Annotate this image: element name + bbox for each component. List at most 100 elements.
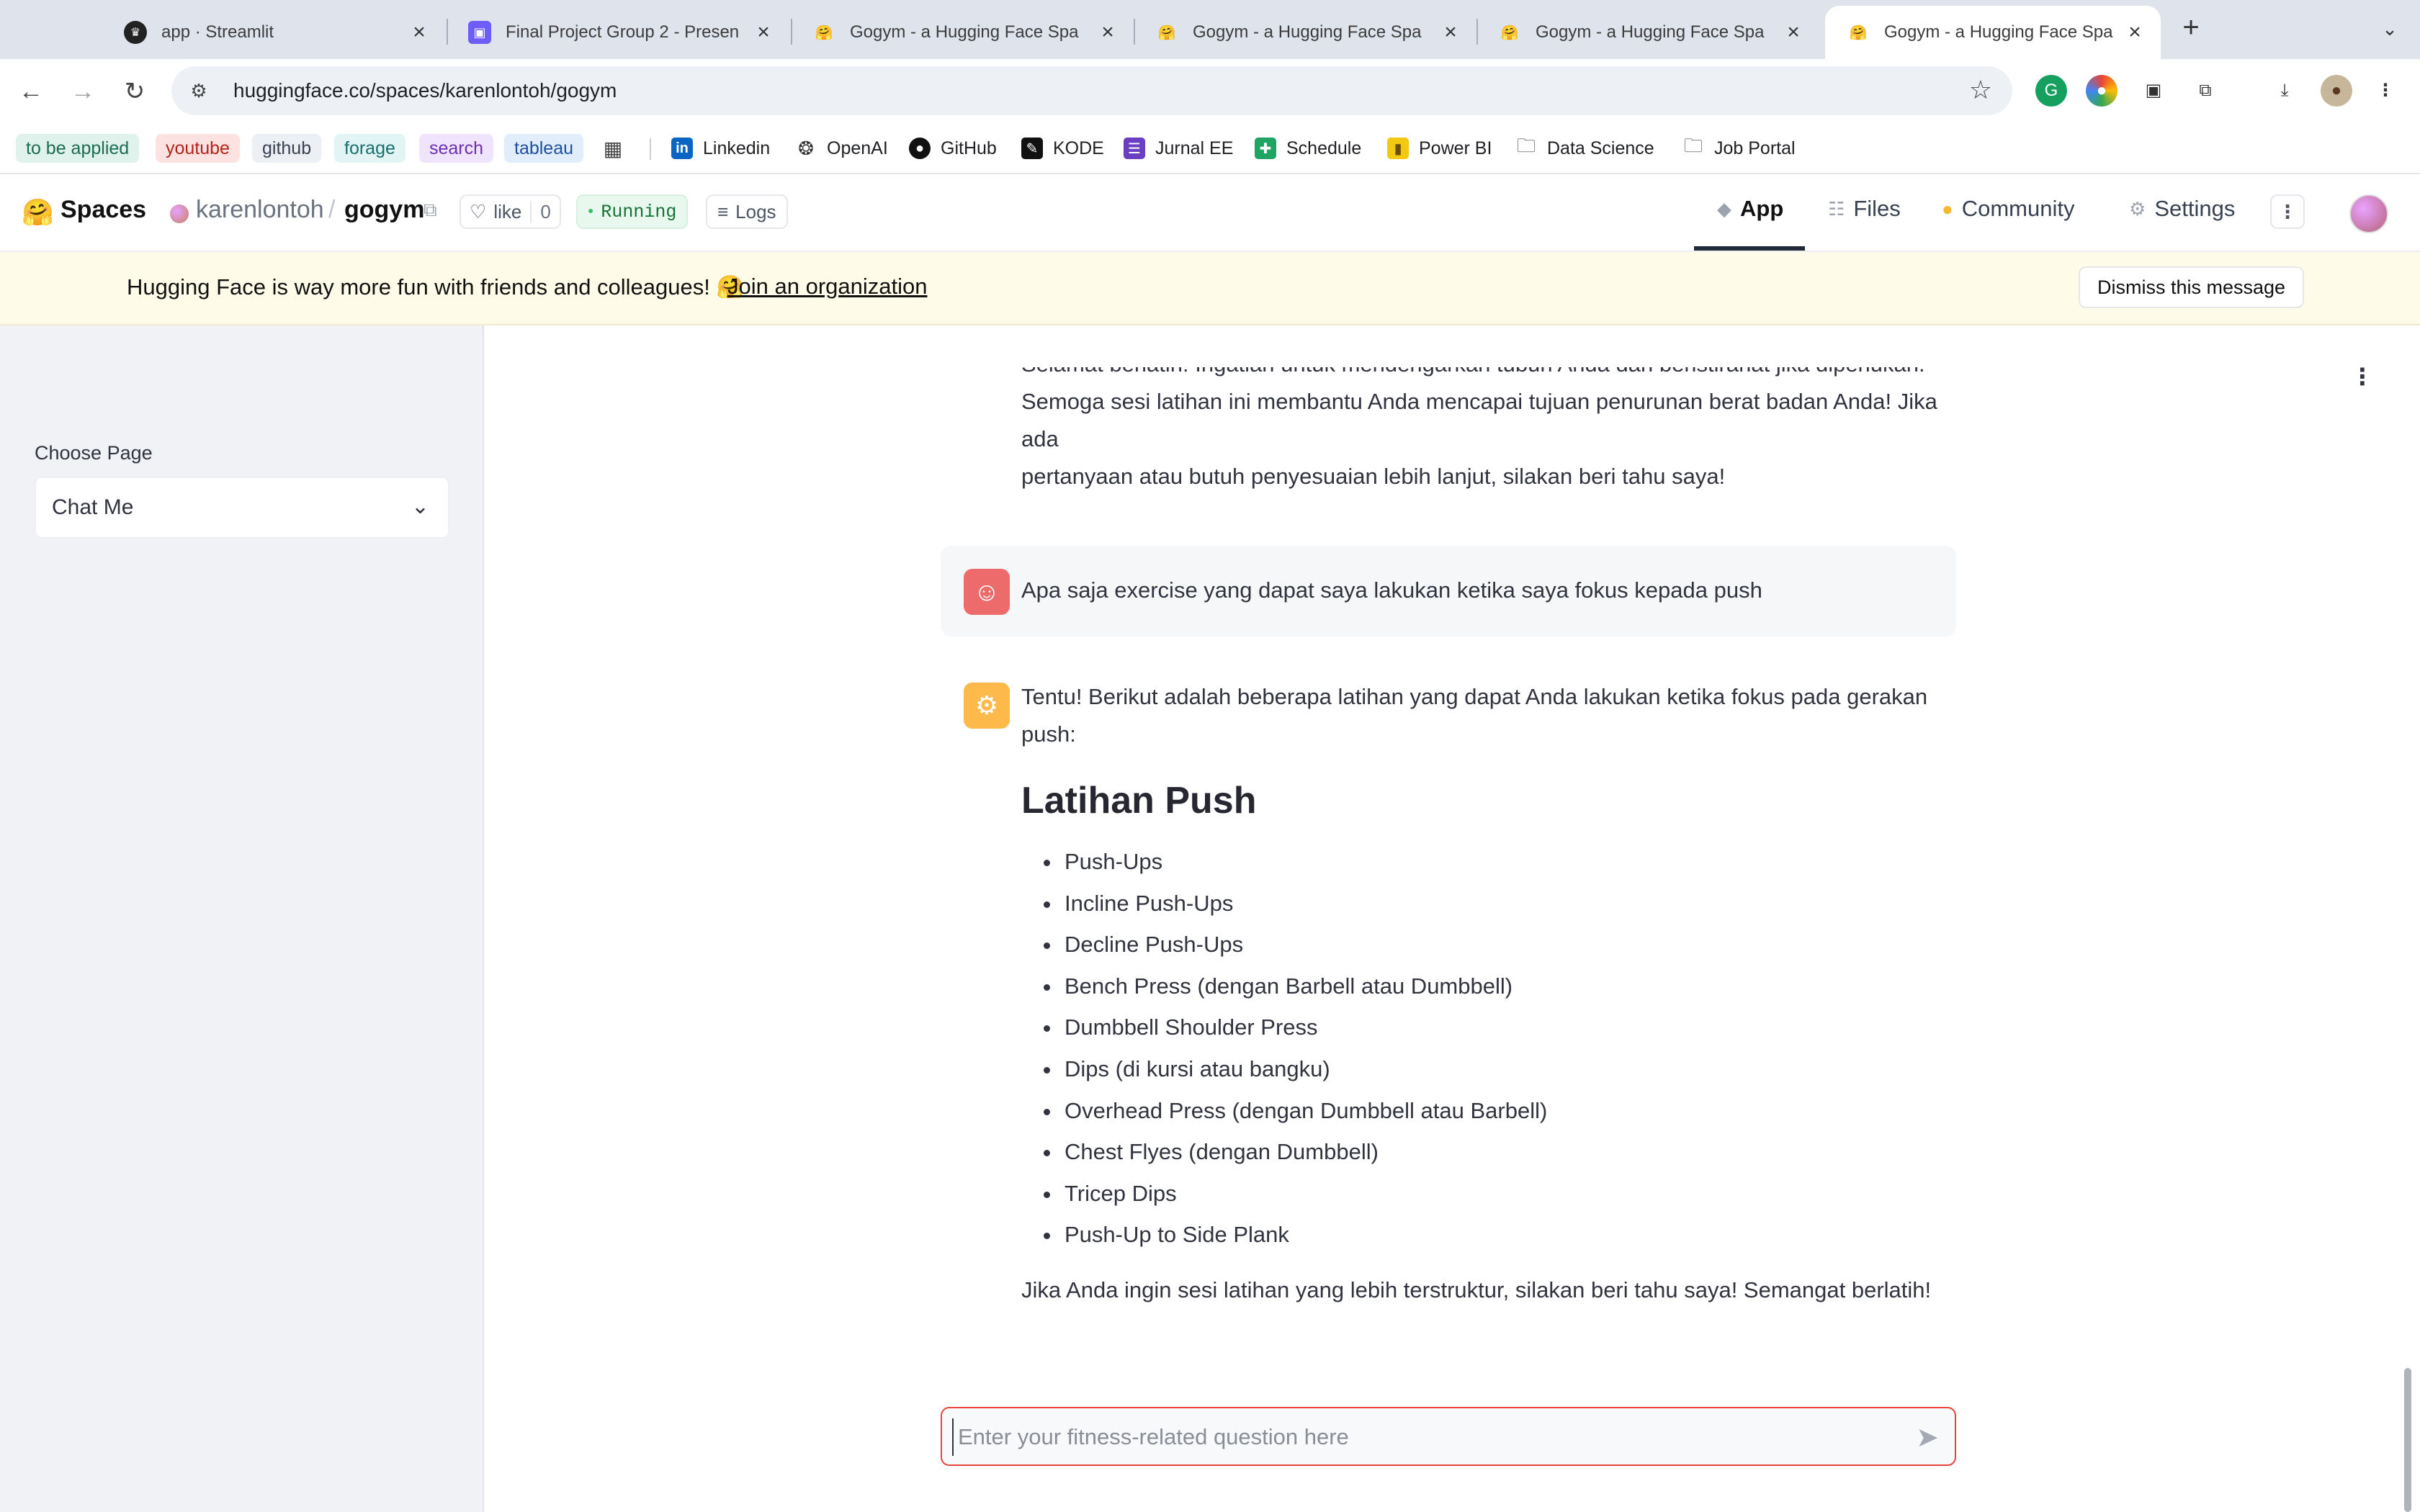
gear-icon: ⚙ (2129, 197, 2146, 220)
bookmark-schedule[interactable]: ✚ Schedule (1255, 134, 1361, 163)
tab-search-chevron-icon[interactable]: ⌄ (2375, 14, 2404, 43)
tab-label: Files (1853, 196, 1901, 221)
bookmark-chip[interactable]: search (419, 134, 494, 163)
spaces-link[interactable]: Spaces (60, 196, 146, 224)
bookmark-powerbi[interactable]: ▮ Power BI (1387, 134, 1492, 163)
bookmark-label: KODE (1053, 138, 1104, 158)
bookmark-folder-data-science[interactable]: 🗀 Data Science (1515, 134, 1654, 163)
bookmark-linkedin[interactable]: in Linkedin (671, 134, 770, 163)
browser-tab[interactable]: 🤗 Gogym - a Hugging Face Spa × (791, 6, 1134, 59)
apps-grid-icon[interactable]: ▦ (602, 134, 634, 163)
assistant-heading: Latihan Push (1021, 780, 1257, 822)
send-icon[interactable]: ➤ (1916, 1421, 1939, 1454)
chat-input-container[interactable]: ➤ (941, 1407, 1956, 1466)
browser-tab[interactable]: 🤗 Gogym - a Hugging Face Spa × (1134, 6, 1476, 59)
list-item: Tricep Dips (1062, 1173, 1958, 1215)
logs-button[interactable]: ≡ Logs (706, 194, 788, 229)
bookmark-chip[interactable]: forage (334, 134, 405, 163)
page-select[interactable]: Chat Me ⌄ (35, 477, 449, 539)
exercise-list: Push-Ups Incline Push-Ups Decline Push-U… (1021, 841, 1958, 1256)
bookmark-label: GitHub (941, 138, 997, 158)
tab-close-icon[interactable]: × (752, 20, 775, 45)
tab-close-icon[interactable]: × (1439, 20, 1462, 45)
bookmark-chip[interactable]: tableau (504, 134, 584, 163)
more-options-icon[interactable]: ⋮ (2270, 194, 2305, 229)
slides-icon: ▣ (468, 21, 491, 44)
like-button[interactable]: ♡ like 0 (460, 194, 561, 229)
folder-icon: 🗀 (1683, 135, 1703, 156)
huggingface-icon: 🤗 (1849, 24, 1868, 41)
tab-close-icon[interactable]: × (1096, 20, 1119, 45)
bookmark-label: Power BI (1419, 138, 1492, 158)
bookmark-folder-job-portal[interactable]: 🗀 Job Portal (1682, 134, 1796, 163)
bookmark-chip[interactable]: to be applied (16, 134, 140, 163)
tab-close-icon[interactable]: × (2123, 20, 2146, 45)
browser-tab[interactable]: ▣ Final Project Group 2 - Presen × (447, 6, 789, 59)
community-icon: ● (1942, 197, 1953, 220)
org-invite-banner: Hugging Face is way more fun with friend… (0, 252, 2420, 325)
owner-link[interactable]: karenlontoh (196, 196, 324, 224)
join-organization-link[interactable]: Join an organization (727, 274, 927, 300)
bookmark-chip[interactable]: youtube (156, 134, 240, 163)
forward-arrow-icon[interactable]: → (63, 72, 102, 111)
profile-avatar[interactable]: ● (2321, 75, 2352, 107)
list-item: Overhead Press (dengan Dumbbell atau Bar… (1062, 1090, 1958, 1132)
browser-menu-icon[interactable]: ⋮ (2370, 75, 2401, 107)
new-tab-button[interactable]: + (2177, 13, 2205, 43)
streamlit-icon: ♛ (124, 21, 147, 44)
scrollbar-thumb[interactable] (2404, 1368, 2411, 1512)
bookmark-chip[interactable]: github (252, 134, 322, 163)
tab-settings[interactable]: ⚙ Settings (2129, 196, 2235, 222)
download-icon[interactable]: ⤓ (2269, 75, 2300, 107)
bookmark-openai[interactable]: ❂ OpenAI (795, 134, 888, 163)
site-settings-icon[interactable]: ⚙ (179, 71, 219, 111)
bookmark-github[interactable]: ● GitHub (909, 134, 997, 163)
grammarly-icon[interactable]: G (2035, 75, 2067, 107)
address-bar[interactable]: ⚙ huggingface.co/spaces/karenlontoh/gogy… (171, 66, 2012, 115)
heart-icon: ♡ (470, 200, 487, 222)
reload-icon[interactable]: ↻ (115, 72, 154, 111)
repo-name[interactable]: gogym (344, 196, 424, 224)
picture-in-picture-icon[interactable]: ▣ (2138, 75, 2169, 107)
bookmark-separator (650, 138, 651, 160)
tab-community[interactable]: ● Community (1942, 196, 2074, 222)
hf-space-header: 🤗 Spaces karenlontoh / gogym ⧉ ♡ like 0 … (0, 174, 2420, 252)
user-avatar[interactable] (2349, 194, 2388, 233)
tab-close-icon[interactable]: × (408, 20, 431, 45)
status-dot-icon: ● (588, 206, 594, 217)
browser-tab[interactable]: ♛ app · Streamlit × (102, 6, 445, 59)
url-text[interactable]: huggingface.co/spaces/karenlontoh/gogym (233, 79, 617, 102)
tab-files[interactable]: ☷ Files (1828, 196, 1901, 222)
tab-label: Settings (2154, 196, 2236, 221)
bookmark-star-icon[interactable]: ☆ (1969, 75, 1992, 105)
user-avatar-icon: ☺ (964, 569, 1010, 615)
color-picker-icon[interactable]: ● (2086, 75, 2118, 107)
copy-icon[interactable]: ⧉ (424, 199, 437, 222)
status-label: Running (601, 201, 677, 222)
huggingface-icon: 🤗 (815, 24, 833, 41)
chat-input[interactable] (952, 1418, 1903, 1456)
bookmark-jurnal[interactable]: ☰ Jurnal EE (1124, 134, 1233, 163)
active-tab-indicator (1694, 246, 1805, 251)
bookmark-label: OpenAI (827, 138, 888, 158)
browser-tab-active[interactable]: 🤗 Gogym - a Hugging Face Spa × (1825, 6, 2161, 59)
user-message-text: Apa saja exercise yang dapat saya lakuka… (1021, 577, 1762, 603)
app-menu-icon[interactable]: ⋮ (2351, 363, 2374, 390)
list-item: Push-Ups (1062, 841, 1958, 883)
openai-icon: ❂ (798, 137, 814, 159)
tab-close-icon[interactable]: × (1782, 20, 1805, 45)
dismiss-button[interactable]: Dismiss this message (2079, 266, 2305, 308)
extensions-puzzle-icon[interactable]: ⧉ (2190, 75, 2221, 107)
bookmark-label: Job Portal (1714, 138, 1796, 158)
back-arrow-icon[interactable]: ← (12, 72, 50, 111)
github-icon: ● (909, 138, 931, 159)
streamlit-sidebar: Choose Page Chat Me ⌄ (0, 325, 484, 1512)
browser-tab[interactable]: 🤗 Gogym - a Hugging Face Spa × (1476, 6, 1819, 59)
assistant-intro-line: Tentu! Berikut adalah beberapa latihan y… (1021, 684, 1928, 709)
clip-overlay (990, 325, 1998, 367)
huggingface-logo-icon[interactable]: 🤗 (22, 197, 54, 228)
list-item: Dumbbell Shoulder Press (1062, 1007, 1958, 1048)
bookmark-kode[interactable]: ✎ KODE (1021, 134, 1104, 163)
bookmark-label: Schedule (1286, 138, 1362, 158)
tab-app[interactable]: ◆ App (1717, 196, 1783, 222)
